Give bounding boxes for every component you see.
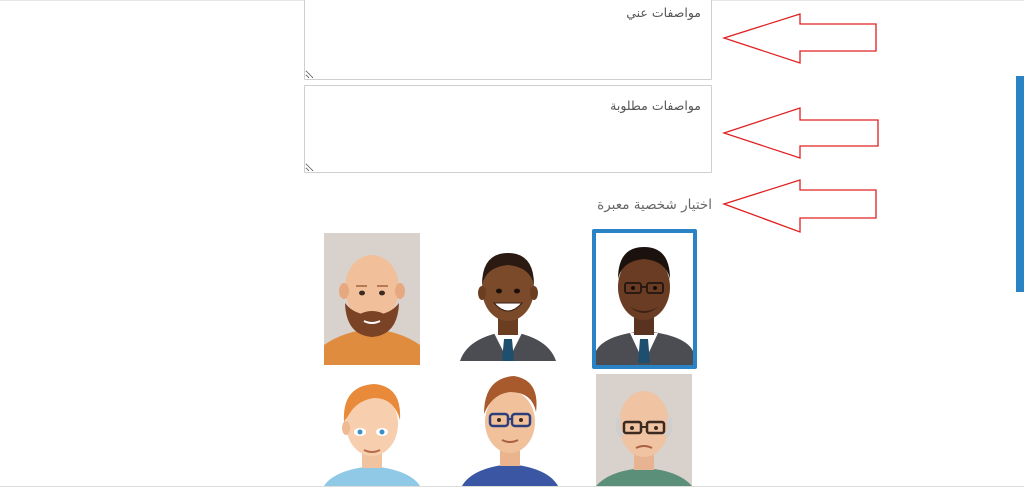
- avatar-bald-beard[interactable]: [324, 233, 420, 365]
- avatar-smiling-man[interactable]: [460, 247, 556, 365]
- red-arrow-icon: [722, 179, 877, 233]
- avatar-glasses-brown-hair[interactable]: [462, 374, 558, 486]
- avatar-redhead[interactable]: [324, 380, 420, 486]
- red-arrow-icon: [722, 13, 877, 64]
- side-accent-bar: [1016, 76, 1024, 292]
- red-arrow-icon: [722, 107, 879, 159]
- avatar-section-label: اختيار شخصية معبرة: [597, 197, 712, 213]
- about-me-field[interactable]: [304, 0, 712, 80]
- avatar-glasses-suit[interactable]: [592, 229, 697, 369]
- bottom-divider: [0, 486, 1024, 487]
- avatar-old-glasses[interactable]: [596, 374, 692, 486]
- required-specs-field[interactable]: [304, 85, 712, 173]
